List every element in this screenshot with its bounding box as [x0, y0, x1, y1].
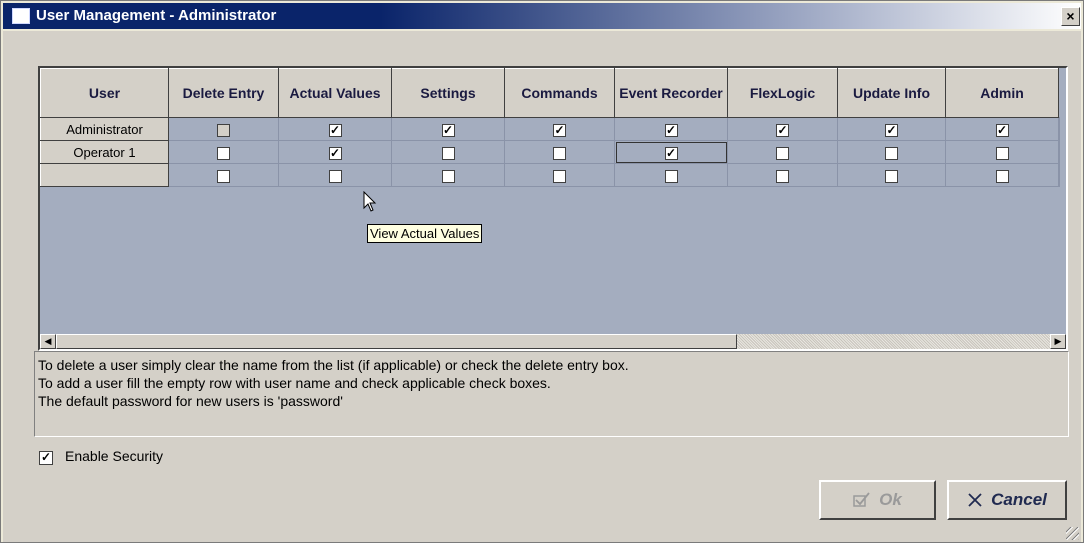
permission-checkbox[interactable] — [885, 169, 898, 183]
user-name-cell[interactable]: Administrator — [40, 117, 169, 141]
window-title: User Management - Administrator — [36, 7, 277, 24]
column-header[interactable]: User — [40, 68, 169, 118]
instruction-line: To delete a user simply clear the name f… — [38, 357, 629, 373]
permission-checkbox[interactable]: ✓ — [776, 123, 789, 137]
permission-checkbox[interactable] — [776, 169, 789, 183]
permission-cell[interactable] — [945, 140, 1059, 164]
column-header[interactable]: FlexLogic — [727, 68, 838, 118]
cancel-label: Cancel — [991, 490, 1047, 509]
user-row — [40, 163, 1060, 187]
permission-checkbox[interactable] — [217, 146, 230, 160]
permission-checkbox[interactable]: ✓ — [328, 123, 342, 137]
enable-security-option[interactable]: ✓ Enable Security — [39, 448, 163, 465]
permission-cell[interactable] — [614, 163, 728, 187]
user-name-cell[interactable] — [40, 163, 169, 187]
permission-cell[interactable]: ✓ — [614, 140, 728, 164]
user-row: Operator 1 ✓ ✓ — [40, 140, 1060, 164]
permission-checkbox[interactable] — [664, 169, 678, 183]
permission-checkbox[interactable] — [553, 169, 566, 183]
instructions-box: To delete a user simply clear the name f… — [34, 351, 1069, 437]
permission-checkbox[interactable] — [553, 146, 566, 160]
permission-checkbox[interactable]: ✓ — [885, 123, 898, 137]
permission-cell[interactable] — [391, 163, 505, 187]
permission-cell[interactable] — [837, 140, 946, 164]
mouse-cursor-icon — [363, 191, 377, 212]
permission-checkbox[interactable] — [441, 169, 455, 183]
permission-checkbox[interactable]: ✓ — [664, 146, 678, 160]
permission-checkbox[interactable] — [217, 169, 230, 183]
user-row: Administrator ✓ ✓ ✓ ✓ ✓ ✓ ✓ — [40, 117, 1060, 141]
title-bar[interactable]: User Management - Administrator × — [3, 3, 1081, 29]
permission-cell[interactable]: ✓ — [278, 117, 392, 141]
permission-checkbox[interactable] — [885, 146, 898, 160]
dialog-content: User Delete Entry Actual Values Settings Com… — [3, 31, 1081, 542]
filler-cell — [1058, 117, 1060, 141]
permission-checkbox[interactable]: ✓ — [328, 146, 342, 160]
user-management-window: User Management - Administrator × User De… — [0, 0, 1084, 543]
column-header[interactable]: Commands — [504, 68, 615, 118]
enable-security-label: Enable Security — [65, 448, 164, 464]
user-name-cell[interactable]: Operator 1 — [40, 140, 169, 164]
resize-grip[interactable] — [1066, 527, 1079, 540]
permissions-grid: User Delete Entry Actual Values Settings Com… — [38, 66, 1068, 351]
permission-cell[interactable]: ✓ — [278, 140, 392, 164]
permission-cell[interactable] — [727, 163, 838, 187]
permission-cell[interactable] — [168, 163, 279, 187]
x-icon — [968, 493, 982, 507]
permission-cell[interactable]: ✓ — [614, 117, 728, 141]
permission-checkbox[interactable]: ✓ — [553, 123, 566, 137]
permission-cell[interactable] — [727, 140, 838, 164]
permission-cell[interactable] — [945, 163, 1059, 187]
column-header[interactable]: Actual Values — [278, 68, 392, 118]
permission-checkbox[interactable]: ✓ — [441, 123, 455, 137]
checkmark-icon — [853, 492, 870, 507]
permission-cell[interactable] — [391, 140, 505, 164]
close-button[interactable]: × — [1061, 7, 1080, 26]
column-header[interactable]: Delete Entry — [168, 68, 279, 118]
column-header[interactable]: Admin — [945, 68, 1059, 118]
scroll-thumb[interactable] — [56, 334, 737, 349]
permission-cell[interactable] — [504, 163, 615, 187]
permission-cell[interactable] — [504, 140, 615, 164]
filler-cell — [1058, 163, 1060, 187]
scroll-left-button[interactable]: ◀ — [40, 334, 56, 349]
permission-cell[interactable]: ✓ — [837, 117, 946, 141]
permission-cell[interactable]: ✓ — [727, 117, 838, 141]
instruction-line: The default password for new users is 'p… — [38, 393, 343, 409]
ok-button[interactable]: Ok — [819, 480, 936, 520]
ok-label: Ok — [879, 490, 902, 509]
permission-checkbox[interactable] — [441, 146, 455, 160]
permission-checkbox[interactable]: ✓ — [664, 123, 678, 137]
permission-cell[interactable] — [278, 163, 392, 187]
scroll-right-button[interactable]: ▶ — [1050, 334, 1066, 349]
permission-cell[interactable] — [837, 163, 946, 187]
permission-cell[interactable]: ✓ — [504, 117, 615, 141]
filler-cell — [1058, 140, 1060, 164]
permission-checkbox[interactable]: ✓ — [995, 123, 1009, 137]
column-header[interactable]: Event Recorder — [614, 68, 728, 118]
column-header[interactable]: Settings — [391, 68, 505, 118]
permission-cell[interactable] — [168, 117, 279, 141]
permission-cell[interactable]: ✓ — [391, 117, 505, 141]
permission-cell[interactable] — [168, 140, 279, 164]
permission-checkbox[interactable] — [217, 123, 230, 137]
permission-checkbox[interactable] — [995, 169, 1009, 183]
column-header[interactable]: Update Info — [837, 68, 946, 118]
cancel-button[interactable]: Cancel — [947, 480, 1067, 520]
enable-security-checkbox[interactable]: ✓ — [39, 450, 53, 465]
horizontal-scrollbar[interactable]: ◀ ▶ — [40, 334, 1066, 349]
instruction-line: To add a user fill the empty row with us… — [38, 375, 551, 391]
window-icon — [12, 8, 30, 24]
tooltip: View Actual Values — [367, 224, 483, 243]
permission-checkbox[interactable] — [995, 146, 1009, 160]
grid-header-row: User Delete Entry Actual Values Settings Com… — [40, 68, 1060, 118]
permissions-table: User Delete Entry Actual Values Settings Com… — [40, 68, 1060, 187]
permission-checkbox[interactable] — [776, 146, 789, 160]
permission-checkbox[interactable] — [328, 169, 342, 183]
permission-cell[interactable]: ✓ — [945, 117, 1059, 141]
